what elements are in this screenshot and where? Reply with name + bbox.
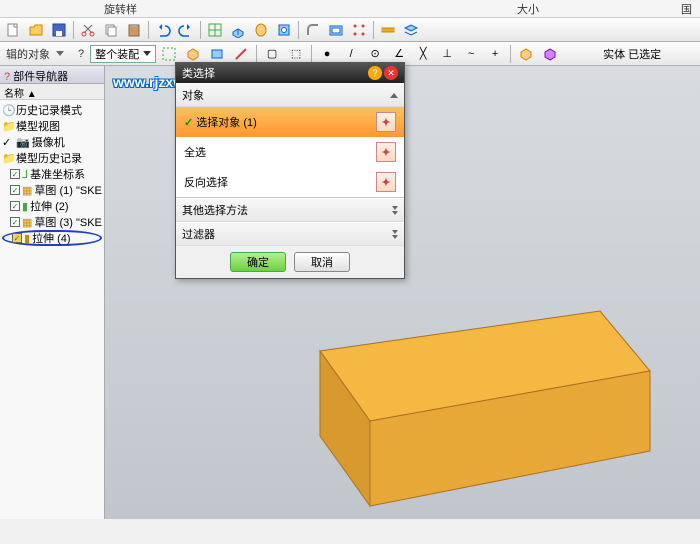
viewport[interactable]: www.rjzxw.com 类选择 ? ✕ 对象 ✓ 选择对象 (1) ✦ 全 [105, 66, 700, 519]
class-selection-dialog: 类选择 ? ✕ 对象 ✓ 选择对象 (1) ✦ 全选 ✦ [175, 62, 405, 279]
select-target-icon[interactable]: ✦ [376, 112, 396, 132]
cut-icon[interactable] [77, 19, 99, 41]
measure-icon[interactable] [377, 19, 399, 41]
redo-icon[interactable] [175, 19, 197, 41]
save-icon[interactable] [48, 19, 70, 41]
snap-int-icon[interactable]: ╳ [412, 43, 434, 65]
hole-icon[interactable] [273, 19, 295, 41]
revolve-icon[interactable] [250, 19, 272, 41]
row-invert[interactable]: 反向选择 ✦ [176, 167, 404, 197]
tree-model-history[interactable]: 📁模型历史记录 [2, 150, 102, 166]
filter-prefix: 辑的对象 [2, 46, 54, 62]
expand-icon [392, 230, 398, 239]
tree-cameras[interactable]: ✓📷摄像机 [2, 134, 102, 150]
shell-icon[interactable] [325, 19, 347, 41]
status-text: 实体 已选定 [603, 46, 661, 62]
snap-plus-icon[interactable]: + [484, 43, 506, 65]
menu-item-1[interactable]: 旋转样 [104, 1, 137, 17]
menu-item-2[interactable]: 大小 [517, 1, 539, 17]
solid-body[interactable] [220, 261, 700, 541]
menu-item-3[interactable]: 国 [681, 1, 692, 17]
toolbar-main [0, 18, 700, 42]
dialog-titlebar[interactable]: 类选择 ? ✕ [176, 63, 404, 83]
snap-perp-icon[interactable]: ⊥ [436, 43, 458, 65]
dropdown-icon[interactable] [56, 51, 64, 56]
undo-icon[interactable] [152, 19, 174, 41]
snap-curve-icon[interactable]: ~ [460, 43, 482, 65]
tree-sketch-3[interactable]: ✓▦草图 (3) "SKE [2, 214, 102, 230]
dialog-title: 类选择 [182, 65, 215, 81]
view-box2-icon[interactable] [539, 43, 561, 65]
pattern-icon[interactable] [348, 19, 370, 41]
menu-bar: 旋转样 大小 国 [0, 0, 700, 18]
tree-csys[interactable]: ✓⅃基准坐标系 [2, 166, 102, 182]
dialog-close-icon[interactable]: ✕ [384, 66, 398, 80]
tree-extrude-4[interactable]: ✓▮拉伸 (4) [2, 230, 102, 246]
section-other-methods[interactable]: 其他选择方法 [176, 198, 404, 222]
navigator-header[interactable]: 名称 ▲ [0, 84, 104, 100]
dialog-help-icon[interactable]: ? [368, 66, 382, 80]
invert-icon[interactable]: ✦ [376, 172, 396, 192]
navigator-tree: 🕒历史记录模式 📁模型视图 ✓📷摄像机 📁模型历史记录 ✓⅃基准坐标系 ✓▦草图… [0, 100, 104, 248]
copy-icon[interactable] [100, 19, 122, 41]
view-box-icon[interactable] [515, 43, 537, 65]
select-all-icon[interactable]: ✦ [376, 142, 396, 162]
tree-sketch-1[interactable]: ✓▦草图 (1) "SKE [2, 182, 102, 198]
part-navigator: ? 部件导航器 名称 ▲ 🕒历史记录模式 📁模型视图 ✓📷摄像机 📁模型历史记录… [0, 66, 105, 519]
row-select-object[interactable]: ✓ 选择对象 (1) ✦ [176, 107, 404, 137]
fillet-icon[interactable] [302, 19, 324, 41]
tree-model-views[interactable]: 📁模型视图 [2, 118, 102, 134]
tree-extrude-2[interactable]: ✓▮拉伸 (2) [2, 198, 102, 214]
open-icon[interactable] [25, 19, 47, 41]
layer-icon[interactable] [400, 19, 422, 41]
collapse-icon [390, 93, 398, 98]
paste-icon[interactable] [123, 19, 145, 41]
expand-icon [392, 206, 398, 215]
filter-label: ? [74, 48, 88, 60]
navigator-title: ? 部件导航器 [0, 66, 104, 84]
extrude-icon[interactable] [227, 19, 249, 41]
row-select-all[interactable]: 全选 ✦ [176, 137, 404, 167]
section-filter[interactable]: 过滤器 [176, 222, 404, 246]
new-icon[interactable] [2, 19, 24, 41]
assembly-combo[interactable]: 整个装配 [90, 45, 156, 63]
sketch-icon[interactable] [204, 19, 226, 41]
tree-history-mode[interactable]: 🕒历史记录模式 [2, 102, 102, 118]
section-object[interactable]: 对象 [176, 83, 404, 107]
